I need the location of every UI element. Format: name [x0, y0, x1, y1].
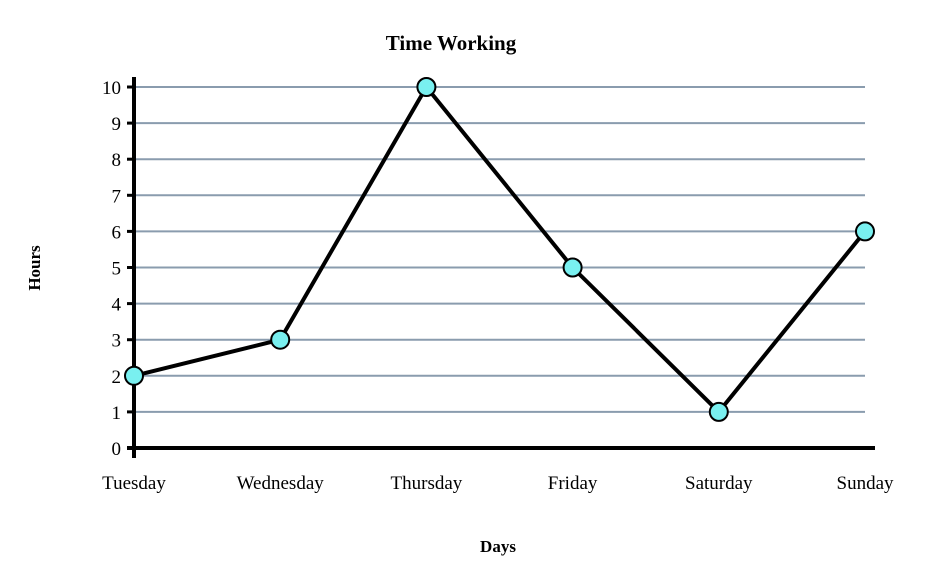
data-point-wednesday — [270, 329, 291, 350]
y-tick-label-6: 6 — [112, 222, 122, 243]
x-tick-label-tuesday: Tuesday — [102, 473, 166, 494]
x-tick-labels: Tuesday Wednesday Thursday Friday Saturday Su… — [102, 473, 894, 494]
gridlines — [134, 86, 865, 413]
y-tick-label-3: 3 — [112, 331, 122, 352]
y-axis-title: Hours — [25, 245, 44, 291]
y-tick-label-10: 10 — [102, 78, 121, 99]
y-tick-label-4: 4 — [112, 295, 122, 316]
x-tick-label-friday: Friday — [548, 473, 598, 494]
series-line — [133, 85, 867, 414]
x-tick-label-thursday: Thursday — [391, 473, 463, 494]
data-point-saturday — [708, 401, 729, 422]
y-tick-labels: 0 1 2 3 4 5 6 7 8 9 10 — [102, 78, 122, 460]
y-tick-label-5: 5 — [112, 259, 122, 280]
x-axis-title: Days — [480, 537, 516, 556]
series-hours — [124, 77, 875, 422]
data-point-tuesday — [124, 365, 144, 386]
chart-title: Time Working — [386, 31, 517, 55]
x-tick-label-saturday: Saturday — [685, 473, 753, 494]
data-point-sunday — [855, 221, 875, 242]
y-tick-label-7: 7 — [112, 186, 122, 207]
y-tick-label-8: 8 — [112, 150, 122, 171]
y-tick-label-9: 9 — [112, 114, 122, 135]
x-tick-label-wednesday: Wednesday — [237, 473, 325, 494]
y-tick-label-1: 1 — [112, 403, 122, 424]
line-chart: Time Working Hours Days 0 1 2 3 4 5 6 7 8 9 10 Tue… — [25, 31, 894, 556]
x-tick-label-sunday: Sunday — [837, 473, 895, 494]
data-point-friday — [562, 257, 583, 278]
y-tick-label-2: 2 — [112, 367, 122, 388]
y-tick-label-0: 0 — [112, 439, 122, 460]
data-point-thursday — [416, 77, 437, 97]
